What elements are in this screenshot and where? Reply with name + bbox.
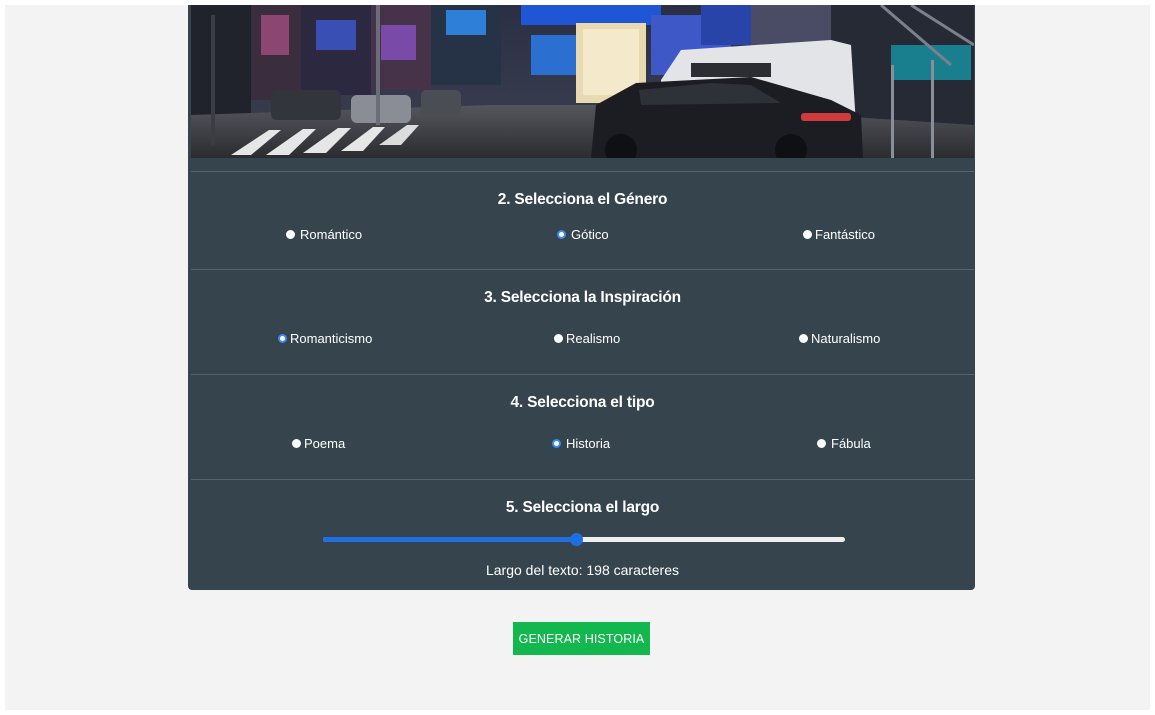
slider-fill [323,537,577,542]
inspiration-radio-group: Romanticismo Realismo Naturalismo [191,329,974,349]
length-unit: caracteres [609,562,679,578]
inspiration-option-naturalismo[interactable]: Naturalismo [799,329,880,347]
inspiration-option-romanticismo[interactable]: Romanticismo [278,329,372,347]
genre-option-romantico[interactable]: Romántico [286,225,362,243]
type-section: 4. Selecciona el tipo Poema Historia Fáb… [191,374,974,479]
radio-label: Naturalismo [811,330,881,346]
story-form-card: 2. Selecciona el Género Romántico Gótico… [188,5,975,590]
type-radio-group: Poema Historia Fábula [191,434,974,454]
radio-label: Romántico [300,226,363,242]
generate-story-button[interactable]: GENERAR HISTORIA [513,622,650,655]
length-value: 198 [586,562,610,578]
radio-label: Fábula [831,435,871,451]
type-option-historia[interactable]: Historia [552,434,610,452]
length-readout: Largo del texto: 198 caracteres [191,562,974,578]
length-slider[interactable] [323,533,845,546]
radio-label: Romanticismo [290,330,373,346]
radio-label: Realismo [566,330,621,346]
radio-button[interactable] [799,333,808,343]
genre-option-fantastico[interactable]: Fantástico [803,225,875,243]
radio-label: Fantástico [815,226,875,242]
radio-button[interactable] [817,438,826,448]
genre-option-gotico[interactable]: Gótico [557,225,609,243]
radio-button[interactable] [554,333,563,343]
radio-button-selected[interactable] [557,229,566,239]
type-title: 4. Selecciona el tipo [510,394,655,411]
length-title: 5. Selecciona el largo [505,499,660,516]
type-option-poema[interactable]: Poema [292,434,345,452]
radio-label: Historia [566,435,611,451]
genre-section: 2. Selecciona el Género Romántico Gótico… [191,171,974,270]
radio-button[interactable] [292,438,301,448]
genre-title: 2. Selecciona el Género [497,191,668,208]
radio-button[interactable] [803,229,812,239]
length-section: 5. Selecciona el largo Largo del texto: … [191,479,974,590]
type-option-fabula[interactable]: Fábula [817,434,871,452]
street-photo [191,5,974,158]
slider-thumb[interactable] [570,533,584,546]
inspiration-section: 3. Selecciona la Inspiración Romanticism… [191,269,974,374]
radio-label: Poema [304,435,346,451]
inspiration-title: 3. Selecciona la Inspiración [484,289,681,306]
radio-button[interactable] [286,229,295,239]
inspiration-option-realismo[interactable]: Realismo [554,329,620,347]
radio-button-selected[interactable] [552,438,561,448]
length-label-prefix: Largo del texto: [485,562,587,578]
genre-radio-group: Romántico Gótico Fantástico [191,225,974,245]
radio-button-selected[interactable] [278,333,287,343]
radio-label: Gótico [571,226,609,242]
